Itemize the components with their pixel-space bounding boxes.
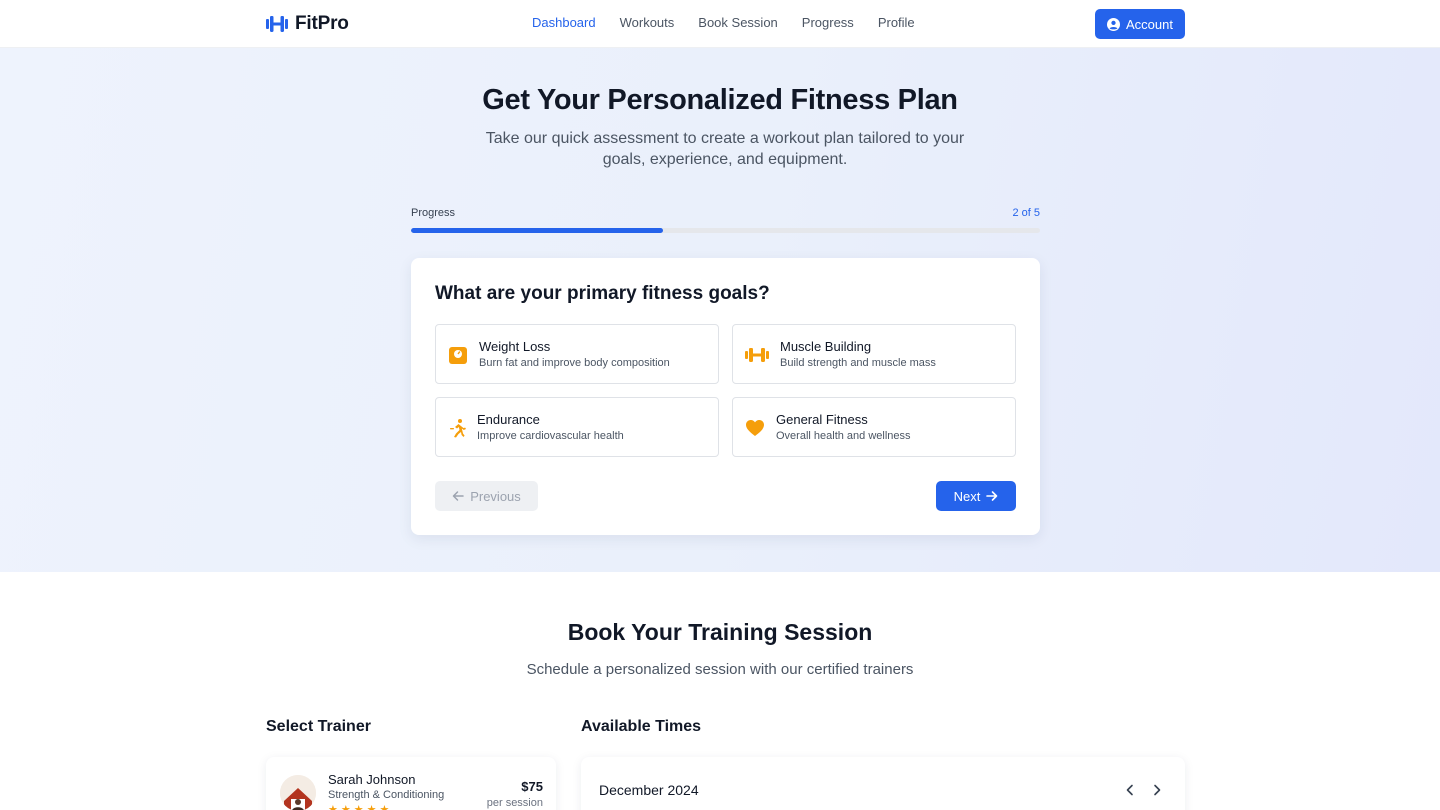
goal-title: Endurance xyxy=(477,412,540,427)
calendar-month: December 2024 xyxy=(599,782,699,798)
progress-step-count: 2 of 5 xyxy=(1012,207,1040,219)
goal-option-endurance[interactable]: Endurance Improve cardiovascular health xyxy=(435,397,719,457)
calendar-card: December 2024 xyxy=(581,757,1185,810)
nav-link-profile[interactable]: Profile xyxy=(878,15,915,30)
nav-link-progress[interactable]: Progress xyxy=(802,15,854,30)
nav-link-workouts[interactable]: Workouts xyxy=(620,15,675,30)
progress-bar xyxy=(411,228,1040,233)
page-title: Get Your Personalized Fitness Plan xyxy=(482,84,958,116)
previous-button[interactable]: Previous xyxy=(435,481,538,511)
goal-option-general-fitness[interactable]: General Fitness Overall health and welln… xyxy=(732,397,1016,457)
select-trainer-heading: Select Trainer xyxy=(266,718,371,735)
dumbbell-icon xyxy=(745,348,769,362)
avatar xyxy=(280,775,316,810)
heart-icon xyxy=(746,420,764,436)
trainer-card[interactable]: Sarah Johnson Strength & Conditioning ★★… xyxy=(266,757,556,810)
goal-title: General Fitness xyxy=(776,412,868,427)
account-button-label: Account xyxy=(1126,16,1173,32)
goal-description: Improve cardiovascular health xyxy=(477,430,624,442)
chevron-left-icon xyxy=(1126,784,1133,796)
brand-logo[interactable]: FitPro xyxy=(266,12,349,36)
trainer-name: Sarah Johnson xyxy=(328,772,416,787)
next-button[interactable]: Next xyxy=(936,481,1016,511)
trainer-price-unit: per session xyxy=(486,797,543,809)
prev-month-button[interactable] xyxy=(1123,783,1137,797)
rating-stars: ★★★★★ xyxy=(328,804,393,810)
chevron-right-icon xyxy=(1154,784,1161,796)
dumbbell-icon xyxy=(266,16,288,32)
progress-label: Progress xyxy=(411,207,456,219)
arrow-right-icon xyxy=(986,491,998,501)
available-times-heading: Available Times xyxy=(581,718,702,735)
running-icon xyxy=(450,419,466,438)
goal-description: Build strength and muscle mass xyxy=(780,357,936,369)
goal-description: Burn fat and improve body composition xyxy=(479,357,670,369)
goal-option-muscle-building[interactable]: Muscle Building Build strength and muscl… xyxy=(732,324,1016,384)
goal-title: Muscle Building xyxy=(780,339,872,354)
goal-title: Weight Loss xyxy=(479,339,551,354)
account-button[interactable]: Account xyxy=(1095,9,1185,39)
brand-name: FitPro xyxy=(295,13,349,34)
previous-button-label: Previous xyxy=(470,488,521,504)
goal-option-weight-loss[interactable]: Weight Loss Burn fat and improve body co… xyxy=(435,324,719,384)
assessment-card: What are your primary fitness goals? Wei… xyxy=(411,258,1040,535)
progress-bar-fill xyxy=(411,228,663,233)
assessment-hero: Get Your Personalized Fitness Plan Take … xyxy=(0,48,1440,572)
main-nav: Dashboard Workouts Book Session Progress… xyxy=(532,15,915,30)
booking-title: Book Your Training Session xyxy=(567,619,873,645)
user-circle-icon xyxy=(1107,17,1120,31)
top-navbar: FitPro Dashboard Workouts Book Session P… xyxy=(0,0,1440,48)
next-month-button[interactable] xyxy=(1150,783,1164,797)
next-button-label: Next xyxy=(953,488,981,504)
trainer-price: $75 xyxy=(521,779,543,794)
arrow-left-icon xyxy=(452,491,464,501)
booking-subtitle: Schedule a personalized session with our… xyxy=(526,661,914,678)
nav-link-book-session[interactable]: Book Session xyxy=(698,15,778,30)
hero-subtitle: Take our quick assessment to create a wo… xyxy=(485,130,965,168)
nav-link-dashboard[interactable]: Dashboard xyxy=(532,15,596,30)
scale-icon xyxy=(449,347,467,364)
trainer-specialty: Strength & Conditioning xyxy=(328,789,445,801)
goal-description: Overall health and wellness xyxy=(776,430,911,442)
question-title: What are your primary fitness goals? xyxy=(435,283,770,304)
